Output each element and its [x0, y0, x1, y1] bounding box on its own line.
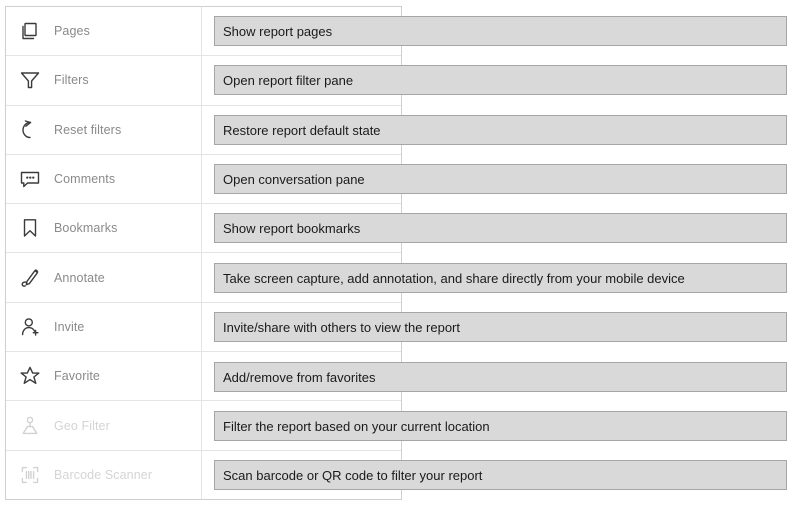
- feature-cell: Geo Filter: [6, 401, 202, 450]
- tooltip-text: Filter the report based on your current …: [223, 418, 490, 434]
- tooltip-text: Add/remove from favorites: [223, 369, 376, 385]
- tooltip-text: Invite/share with others to view the rep…: [223, 319, 461, 335]
- feature-cell: Barcode Scanner: [6, 450, 202, 499]
- feature-cell: Invite: [6, 302, 202, 352]
- feature-cell: Pages: [6, 7, 202, 56]
- tooltip-callout[interactable]: Open report filter pane: [214, 65, 787, 95]
- invite-person-add-icon: [6, 314, 54, 340]
- tooltip-callout[interactable]: Show report pages: [214, 16, 787, 46]
- reset-undo-icon: [6, 117, 54, 143]
- geo-filter-pin-icon: [6, 413, 54, 439]
- feature-label: Bookmarks: [54, 221, 118, 236]
- tooltip-callout[interactable]: Show report bookmarks: [214, 213, 787, 243]
- favorite-star-icon: [6, 363, 54, 389]
- feature-label: Filters: [54, 73, 89, 88]
- tooltip-callout[interactable]: Add/remove from favorites: [214, 362, 787, 392]
- tooltip-text: Take screen capture, add annotation, and…: [223, 270, 685, 286]
- tooltip-callout[interactable]: Filter the report based on your current …: [214, 411, 787, 441]
- tooltip-text: Open report filter pane: [223, 72, 354, 88]
- feature-cell: Favorite: [6, 352, 202, 401]
- tooltip-text: Scan barcode or QR code to filter your r…: [223, 467, 483, 483]
- tooltip-text: Restore report default state: [223, 122, 381, 138]
- feature-label: Annotate: [54, 270, 105, 285]
- bookmark-icon: [6, 215, 54, 241]
- feature-cell: Annotate: [6, 253, 202, 302]
- comments-icon: [6, 166, 54, 192]
- tooltip-callout[interactable]: Take screen capture, add annotation, and…: [214, 263, 787, 293]
- annotate-pen-icon: [6, 265, 54, 291]
- feature-label: Invite: [54, 319, 85, 334]
- tooltip-text: Show report pages: [223, 23, 333, 39]
- feature-label: Geo Filter: [54, 418, 110, 433]
- funnel-filter-icon: [6, 67, 54, 93]
- tooltip-text: Show report bookmarks: [223, 220, 361, 236]
- feature-cell: Reset filters: [6, 105, 202, 154]
- feature-label: Reset filters: [54, 122, 122, 137]
- feature-label: Pages: [54, 24, 90, 39]
- feature-cell: Comments: [6, 154, 202, 204]
- tooltip-callout[interactable]: Scan barcode or QR code to filter your r…: [214, 460, 787, 490]
- tooltip-callout[interactable]: Invite/share with others to view the rep…: [214, 312, 787, 342]
- barcode-scanner-icon: [6, 462, 54, 488]
- tooltip-callout[interactable]: Open conversation pane: [214, 164, 787, 194]
- feature-label: Comments: [54, 172, 116, 187]
- feature-cell: Filters: [6, 56, 202, 105]
- tooltip-callout[interactable]: Restore report default state: [214, 115, 787, 145]
- feature-label: Barcode Scanner: [54, 467, 153, 482]
- feature-label: Favorite: [54, 369, 100, 384]
- feature-cell: Bookmarks: [6, 204, 202, 253]
- tooltip-text: Open conversation pane: [223, 171, 365, 187]
- pages-icon: [6, 18, 54, 44]
